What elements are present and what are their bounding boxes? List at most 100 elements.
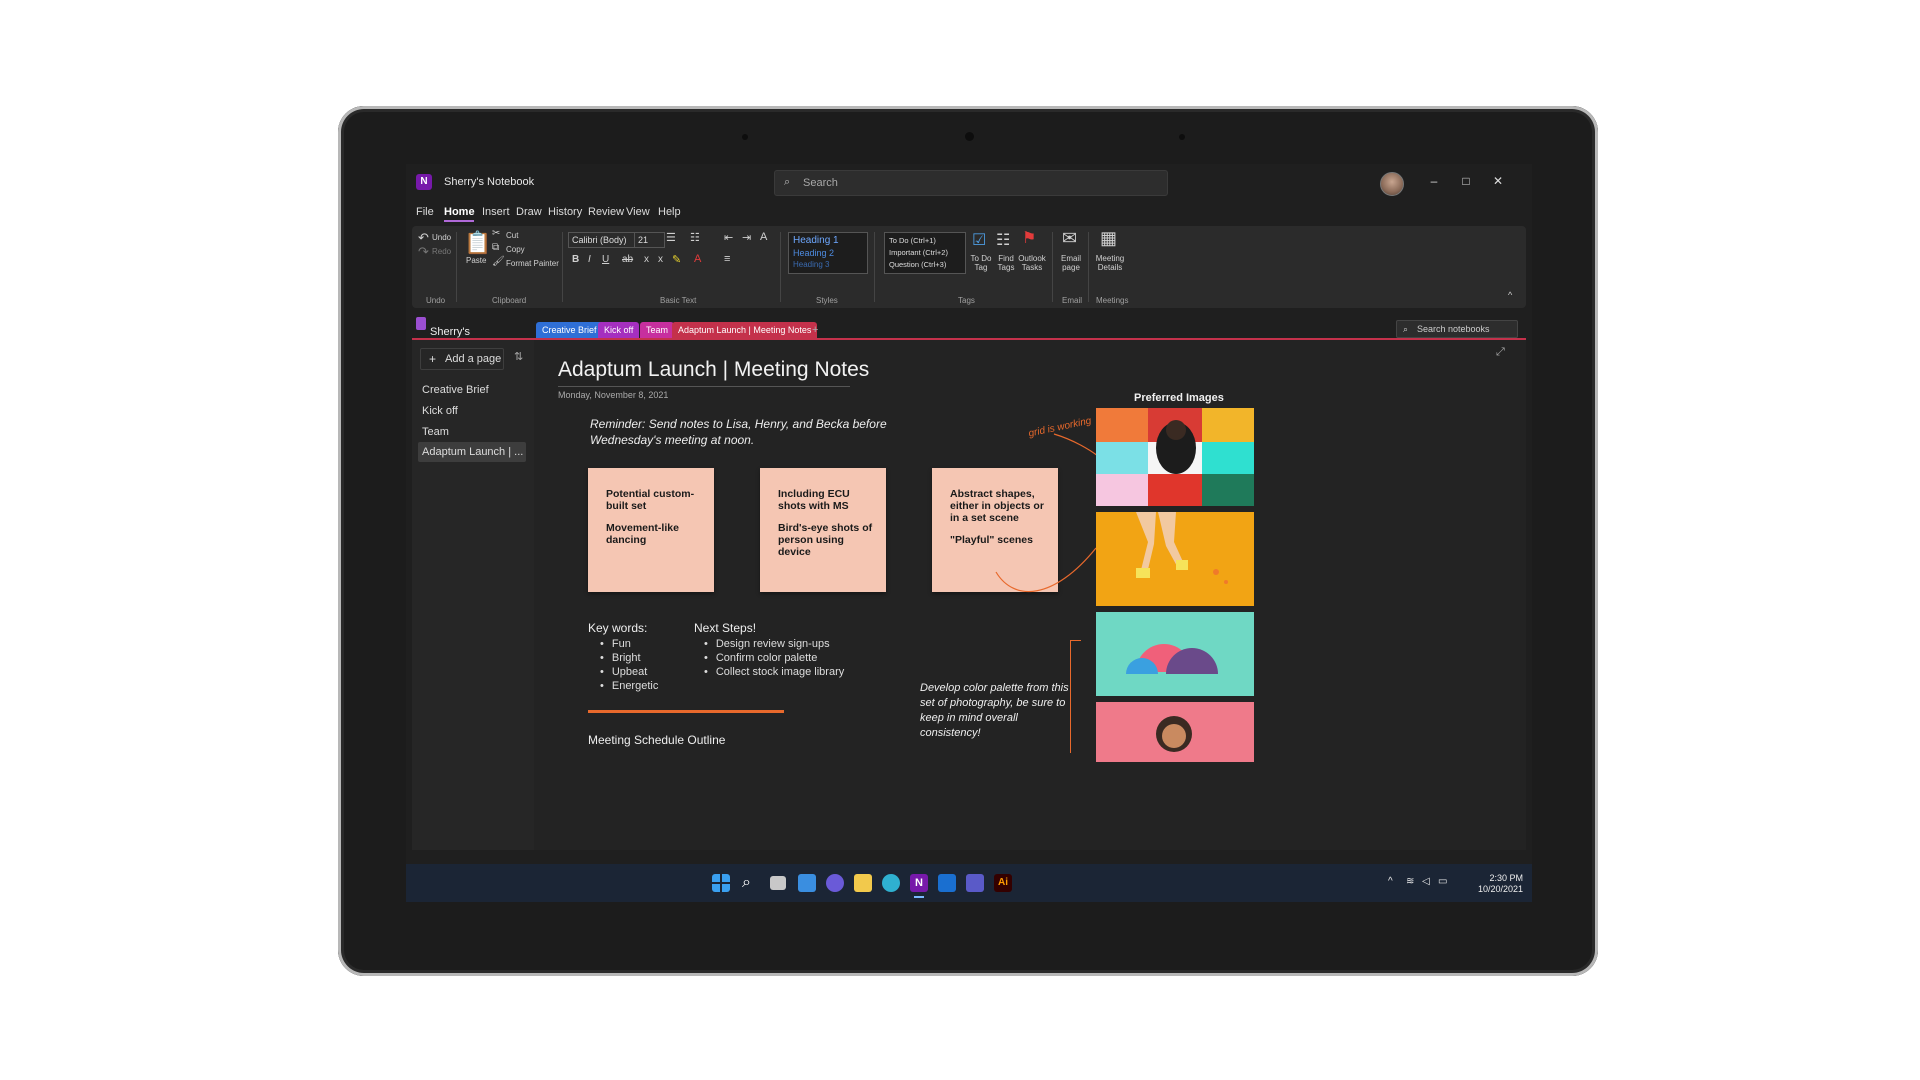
style-heading-3[interactable]: Heading 3 <box>793 260 829 269</box>
menu-draw[interactable]: Draw <box>516 206 542 218</box>
sort-icon[interactable]: ⇅ <box>514 350 523 363</box>
menu-file[interactable]: File <box>416 206 434 218</box>
email-page-button[interactable]: Email page <box>1058 254 1084 272</box>
outdent-icon[interactable]: ⇤ <box>724 231 733 244</box>
outlook-tasks-button[interactable]: Outlook Tasks <box>1018 254 1046 272</box>
ink-bracket <box>1070 640 1081 753</box>
minimize-button[interactable]: – <box>1424 174 1444 188</box>
page-item-kick-off[interactable]: Kick off <box>422 405 458 417</box>
ink-annotations <box>995 433 1099 593</box>
window-title: Sherry's Notebook <box>444 176 535 188</box>
windows-icon[interactable] <box>712 874 730 892</box>
chevron-up-icon[interactable]: ^ <box>1388 876 1393 887</box>
todo-tag-icon[interactable]: ☑ <box>972 230 986 250</box>
indent-icon[interactable]: ⇥ <box>742 231 751 244</box>
font-color-icon[interactable]: A <box>694 253 701 265</box>
align-icon[interactable]: ≡ <box>724 253 730 265</box>
bullets-icon[interactable]: ☰ <box>666 231 676 244</box>
copy-button[interactable]: Copy <box>506 245 525 254</box>
search-icon[interactable]: ⌕ <box>742 874 760 892</box>
meeting-details-icon[interactable]: ▦ <box>1100 228 1117 249</box>
format-painter-icon[interactable]: 🖌 <box>492 256 505 267</box>
outlook-tasks-icon[interactable]: ⚑ <box>1022 228 1036 248</box>
outlook-icon[interactable] <box>938 874 956 892</box>
meetings-group-label: Meetings <box>1096 296 1129 305</box>
add-section-button[interactable]: + <box>806 322 824 338</box>
note-canvas[interactable]: ⤢ Adaptum Launch | Meeting Notes Monday,… <box>534 340 1526 850</box>
font-select[interactable]: Calibri (Body) <box>568 232 635 248</box>
menu-help[interactable]: Help <box>658 206 681 218</box>
system-clock[interactable]: 2:30 PM 10/20/2021 <box>1478 873 1523 895</box>
plus-icon: + <box>429 352 437 366</box>
add-page-button[interactable]: + Add a page <box>420 348 504 370</box>
avatar[interactable] <box>1380 172 1404 196</box>
onenote-icon[interactable]: N <box>910 874 928 892</box>
paste-button[interactable]: Paste <box>466 256 486 265</box>
subscript-icon[interactable]: x <box>644 254 649 265</box>
battery-icon[interactable]: ▭ <box>1438 876 1447 887</box>
numbering-icon[interactable]: ☷ <box>690 231 700 244</box>
styles-gallery[interactable]: Heading 1 Heading 2 Heading 3 <box>788 232 868 274</box>
keywords-list: Fun Bright Upbeat Energetic <box>600 638 658 694</box>
shapes-photo[interactable] <box>1096 612 1254 696</box>
wifi-icon[interactable]: ≋ <box>1406 876 1414 887</box>
menu-home[interactable]: Home <box>444 206 475 218</box>
tab-adaptum-launch[interactable]: Adaptum Launch | Meeting Notes <box>672 322 818 338</box>
portrait-photo[interactable] <box>1096 702 1254 762</box>
next-steps-list: Design review sign-ups Confirm color pal… <box>704 638 844 680</box>
tag-important[interactable]: Important (Ctrl+2) <box>889 248 948 257</box>
illustrator-icon[interactable]: Ai <box>994 874 1012 892</box>
email-page-icon[interactable]: ✉ <box>1062 228 1077 249</box>
underline-icon[interactable]: U <box>602 254 609 265</box>
menu-review[interactable]: Review <box>588 206 624 218</box>
task-view-icon[interactable] <box>770 876 786 890</box>
grid-photo[interactable] <box>1096 408 1254 506</box>
redo-icon[interactable]: ↷ <box>418 244 429 260</box>
cut-icon[interactable]: ✂ <box>492 228 500 239</box>
menu-view[interactable]: View <box>626 206 650 218</box>
font-size-select[interactable]: 21 <box>634 232 665 248</box>
close-button[interactable]: ✕ <box>1488 174 1508 188</box>
highlight-icon[interactable]: ✎ <box>672 253 681 266</box>
redo-button[interactable]: Redo <box>432 247 451 256</box>
page-item-team[interactable]: Team <box>422 426 449 438</box>
find-tags-button[interactable]: Find Tags <box>994 254 1018 272</box>
tab-team[interactable]: Team <box>640 322 675 338</box>
maximize-button[interactable]: □ <box>1456 174 1476 188</box>
style-heading-2[interactable]: Heading 2 <box>793 248 834 258</box>
bold-icon[interactable]: B <box>572 254 579 265</box>
superscript-icon[interactable]: x <box>658 254 663 265</box>
menu-insert[interactable]: Insert <box>482 206 510 218</box>
page-item-creative-brief[interactable]: Creative Brief <box>422 384 489 396</box>
teams-icon[interactable] <box>966 874 984 892</box>
menu-bar: File Home Insert Draw History Review Vie… <box>406 202 1532 224</box>
italic-icon[interactable]: I <box>588 254 591 265</box>
cut-button[interactable]: Cut <box>506 231 518 240</box>
menu-history[interactable]: History <box>548 206 582 218</box>
undo-button[interactable]: Undo <box>432 233 451 242</box>
volume-icon[interactable]: ◁ <box>1422 876 1430 887</box>
chat-icon[interactable] <box>826 874 844 892</box>
paste-icon[interactable]: 📋 <box>464 230 491 256</box>
tags-gallery[interactable]: To Do (Ctrl+1) Important (Ctrl+2) Questi… <box>884 232 966 274</box>
collapse-ribbon-icon[interactable]: ^ <box>1508 290 1512 300</box>
format-painter-button[interactable]: Format Painter <box>506 259 559 268</box>
tab-kick-off[interactable]: Kick off <box>598 322 640 338</box>
tag-todo[interactable]: To Do (Ctrl+1) <box>889 236 936 245</box>
search-box[interactable]: ⌕ Search <box>774 170 1168 196</box>
edge-icon[interactable] <box>882 874 900 892</box>
page-item-adaptum-launch[interactable]: Adaptum Launch | ... <box>418 442 526 462</box>
find-tags-icon[interactable]: ☷ <box>996 230 1010 250</box>
search-notebooks[interactable]: ⌕ Search notebooks <box>1396 320 1518 338</box>
dancer-photo[interactable] <box>1096 512 1254 606</box>
copy-icon[interactable]: ⧉ <box>492 242 499 253</box>
widgets-icon[interactable] <box>798 874 816 892</box>
todo-tag-button[interactable]: To Do Tag <box>968 254 994 272</box>
tab-creative-brief[interactable]: Creative Brief <box>536 322 603 338</box>
clear-formatting-icon[interactable]: A <box>760 231 767 243</box>
file-explorer-icon[interactable] <box>854 874 872 892</box>
meeting-details-button[interactable]: Meeting Details <box>1092 254 1128 272</box>
strikethrough-icon[interactable]: ab <box>622 254 633 265</box>
tag-question[interactable]: Question (Ctrl+3) <box>889 260 946 269</box>
style-heading-1[interactable]: Heading 1 <box>793 235 839 246</box>
